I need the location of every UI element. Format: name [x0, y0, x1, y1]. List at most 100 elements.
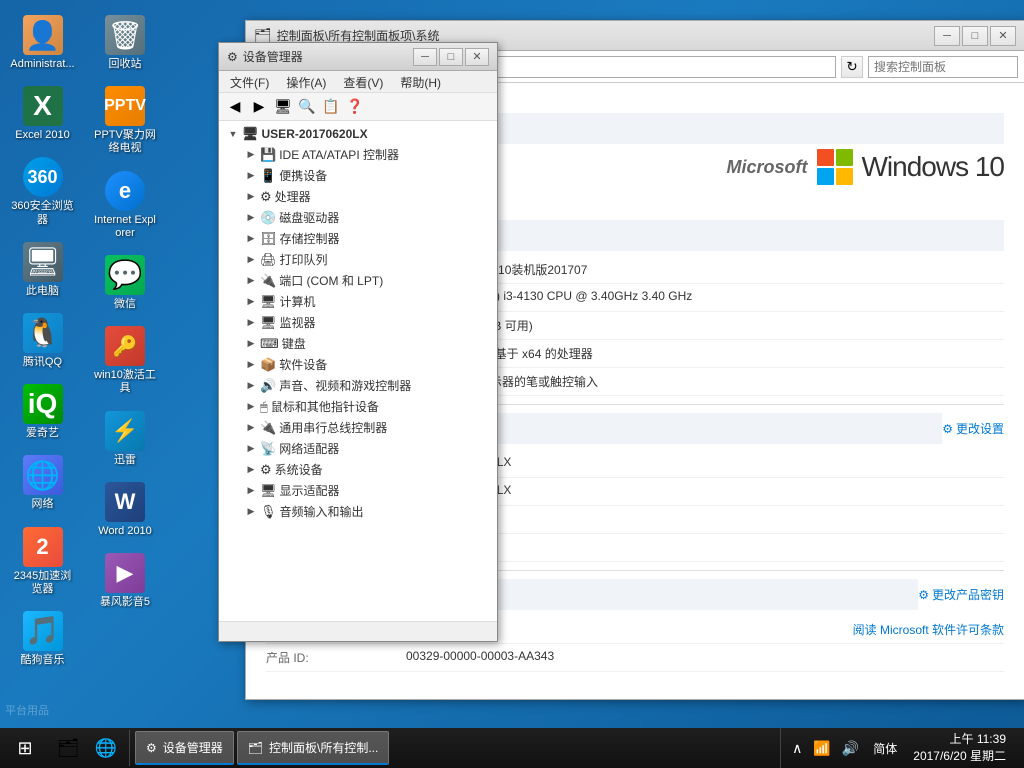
portable-icon: 📱 [260, 168, 276, 184]
desktop-icon-administrator[interactable]: 👤 Administrat... [5, 10, 80, 76]
dm-toolbar-computer[interactable]: 🖥 [272, 96, 294, 118]
tree-item-storage[interactable]: ▶ 🗄 存储控制器 [240, 228, 494, 249]
desktop-icon-mypc[interactable]: 🖥 此电脑 [5, 237, 80, 303]
dm-maximize-button[interactable]: □ [439, 48, 463, 66]
device-manager-menubar: 文件(F) 操作(A) 查看(V) 帮助(H) [219, 71, 497, 93]
control-panel-maximize-button[interactable]: □ [962, 26, 988, 46]
tray-language[interactable]: 简体 [867, 737, 903, 760]
taskbar-file-explorer-icon[interactable]: 🗂 [50, 730, 86, 766]
desktop-icon-win10tool[interactable]: 🔑 win10激活工具 [88, 321, 163, 400]
desktop-icon-word2010[interactable]: W Word 2010 [88, 477, 163, 543]
tray-volume-icon[interactable]: 🔊 [839, 738, 862, 759]
desktop-icon-qq[interactable]: 🐧 腾讯QQ [5, 308, 80, 374]
tree-item-monitor[interactable]: ▶ 🖥 监视器 [240, 312, 494, 333]
word-label: Word 2010 [98, 525, 152, 538]
tree-item-software[interactable]: ▶ 📦 软件设备 [240, 354, 494, 375]
tree-item-sound[interactable]: ▶ 🔊 声音、视频和游戏控制器 [240, 375, 494, 396]
mouse-icon: 🖱 [260, 399, 268, 415]
tree-item-audio[interactable]: ▶ 🎙 音频输入和输出 [240, 501, 494, 522]
device-manager-controls: ─ □ ✕ [413, 48, 489, 66]
keyboard-icon: ⌨ [260, 336, 279, 352]
2345-label: 2345加速浏览器 [10, 570, 75, 596]
bus-label: 通用串行总线控制器 [279, 419, 387, 436]
desktop-icon-ie[interactable]: e Internet Explorer [88, 166, 163, 245]
device-manager-window: ⚙ 设备管理器 ─ □ ✕ 文件(F) 操作(A) 查看(V) 帮助(H) ◀ … [218, 42, 498, 642]
device-manager-toolbar: ◀ ▶ 🖥 🔍 📋 ❓ [219, 93, 497, 121]
device-manager-status [219, 621, 497, 641]
tree-item-print[interactable]: ▶ 🖨 打印队列 [240, 249, 494, 270]
tree-item-ide[interactable]: ▶ 💾 IDE ATA/ATAPI 控制器 [240, 144, 494, 165]
netadapter-expander: ▶ [244, 442, 258, 456]
tray-date: 2017/6/20 星期二 [913, 748, 1006, 765]
taskbar-pinned-icons: 🗂 🌐 [45, 730, 130, 766]
microsoft-text: Microsoft [726, 157, 807, 178]
desktop-icon-recycle[interactable]: 🗑 回收站 [88, 10, 163, 76]
dm-menu-view[interactable]: 查看(V) [337, 73, 389, 90]
tray-expand-icon[interactable]: ∧ [789, 738, 805, 759]
refresh-button[interactable]: ↻ [841, 56, 863, 78]
change-product-icon: ⚙ [918, 588, 929, 602]
desktop-icon-kugou[interactable]: 🎵 酷狗音乐 [5, 606, 80, 672]
dm-close-button[interactable]: ✕ [465, 48, 489, 66]
tree-item-sysdevice[interactable]: ▶ ⚙ 系统设备 [240, 459, 494, 480]
tree-item-computer[interactable]: ▶ 🖥 计算机 [240, 291, 494, 312]
recycle-icon: 🗑 [105, 15, 145, 55]
audio-expander: ▶ [244, 505, 258, 519]
win10tool-icon: 🔑 [105, 326, 145, 366]
desktop-icon-excel[interactable]: X Excel 2010 [5, 81, 80, 147]
dm-menu-file[interactable]: 文件(F) [224, 73, 275, 90]
tree-item-keyboard[interactable]: ▶ ⌨ 键盘 [240, 333, 494, 354]
taskbar-ie-icon[interactable]: 🌐 [88, 730, 124, 766]
administrator-label: Administrat... [10, 58, 74, 71]
change-settings-link[interactable]: ⚙ 更改设置 [942, 420, 1004, 437]
tree-item-port[interactable]: ▶ 🔌 端口 (COM 和 LPT) [240, 270, 494, 291]
sound-icon: 🔊 [260, 378, 276, 394]
desktop-icon-container: 👤 Administrat... X Excel 2010 360 360安全浏… [0, 0, 170, 700]
tree-item-bus[interactable]: ▶ 🔌 通用串行总线控制器 [240, 417, 494, 438]
dm-menu-action[interactable]: 操作(A) [280, 73, 332, 90]
dm-toolbar-help[interactable]: ❓ [344, 96, 366, 118]
control-panel-minimize-button[interactable]: ─ [934, 26, 960, 46]
dm-toolbar-back[interactable]: ◀ [224, 96, 246, 118]
tree-item-display[interactable]: ▶ 🖥 显示适配器 [240, 480, 494, 501]
desktop-icon-storm[interactable]: ▶ 暴风影音5 [88, 548, 163, 614]
qq-label: 腾讯QQ [23, 356, 62, 369]
dm-menu-help[interactable]: 帮助(H) [394, 73, 447, 90]
cpu-expander: ▶ [244, 190, 258, 204]
disk-label: 磁盘驱动器 [279, 209, 339, 226]
computer-expander: ▶ [244, 295, 258, 309]
print-label: 打印队列 [280, 251, 328, 268]
start-button[interactable]: ⊞ [5, 728, 45, 768]
tray-network-icon[interactable]: 📶 [810, 738, 833, 759]
tree-item-disk[interactable]: ▶ 💿 磁盘驱动器 [240, 207, 494, 228]
taskbar-task-device-manager[interactable]: ⚙ 设备管理器 [135, 731, 234, 765]
desktop-icon-360[interactable]: 360 360安全浏览器 [5, 152, 80, 231]
pptv-icon: PPTV [105, 86, 145, 126]
tree-root[interactable]: ▼ 🖥 USER-20170620LX [222, 124, 494, 144]
tree-item-netadapter[interactable]: ▶ 📡 网络适配器 [240, 438, 494, 459]
pptv-label: PPTV聚力网络电视 [93, 129, 158, 155]
device-manager-tree[interactable]: ▼ 🖥 USER-20170620LX ▶ 💾 IDE ATA/ATAPI 控制… [219, 121, 497, 621]
tree-item-mouse[interactable]: ▶ 🖱 鼠标和其他指针设备 [240, 396, 494, 417]
desktop-icon-2345[interactable]: 2 2345加速浏览器 [5, 522, 80, 601]
activation-license-link[interactable]: 阅读 Microsoft 软件许可条款 [853, 621, 1004, 638]
product-id-row: 产品 ID: 00329-00000-00003-AA343 [266, 644, 1004, 672]
tray-clock[interactable]: 上午 11:39 2017/6/20 星期二 [908, 731, 1011, 765]
excel-label: Excel 2010 [15, 129, 69, 142]
change-product-link[interactable]: ⚙ 更改产品密钥 [918, 586, 1004, 603]
tree-item-portable[interactable]: ▶ 📱 便携设备 [240, 165, 494, 186]
taskbar-task-control-panel[interactable]: 🗂 控制面板\所有控制... [237, 731, 390, 765]
ie-icon: e [105, 171, 145, 211]
desktop-icon-iqiyi[interactable]: iQ 爱奇艺 [5, 379, 80, 445]
search-input[interactable] [868, 56, 1018, 78]
dm-minimize-button[interactable]: ─ [413, 48, 437, 66]
dm-toolbar-props[interactable]: 📋 [320, 96, 342, 118]
desktop-icon-pptv[interactable]: PPTV PPTV聚力网络电视 [88, 81, 163, 160]
dm-toolbar-forward[interactable]: ▶ [248, 96, 270, 118]
dm-toolbar-scan[interactable]: 🔍 [296, 96, 318, 118]
control-panel-close-button[interactable]: ✕ [990, 26, 1016, 46]
desktop-icon-network[interactable]: 🌐 网络 [5, 450, 80, 516]
desktop-icon-xunlei[interactable]: ⚡ 迅雷 [88, 406, 163, 472]
desktop-icon-wechat[interactable]: 💬 微信 [88, 250, 163, 316]
tree-item-cpu[interactable]: ▶ ⚙ 处理器 [240, 186, 494, 207]
